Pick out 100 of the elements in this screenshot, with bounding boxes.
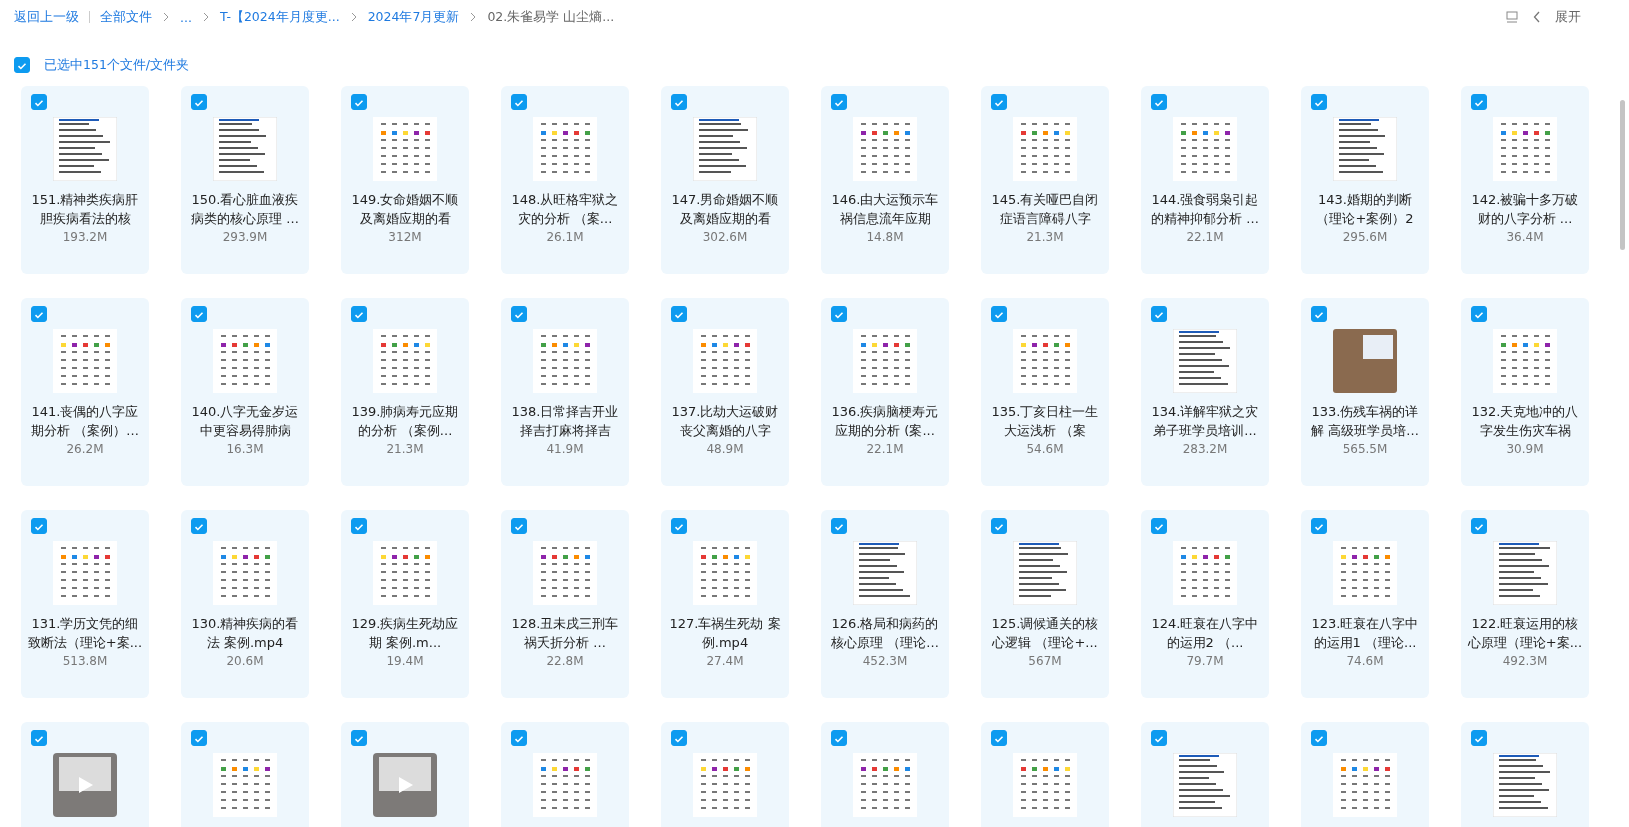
file-size: 21.3M xyxy=(1026,230,1064,244)
checkbox[interactable] xyxy=(14,57,30,73)
checkbox[interactable] xyxy=(1471,518,1487,534)
checkbox[interactable] xyxy=(991,518,1007,534)
checkbox[interactable] xyxy=(511,306,527,322)
file-card[interactable]: 125.调候通关的核心逻辑 （理论+... 567M xyxy=(981,510,1109,698)
chart-thumbnail xyxy=(1333,541,1397,605)
file-card[interactable]: 135.丁亥日柱一生大运浅析 （案 54.6M xyxy=(981,298,1109,486)
checkbox[interactable] xyxy=(831,518,847,534)
file-card[interactable]: 132.天克地冲的八字发生伤灾车祸 30.9M xyxy=(1461,298,1589,486)
breadcrumb-item[interactable]: ... xyxy=(180,9,192,25)
checkbox[interactable] xyxy=(191,518,207,534)
file-card[interactable]: 126.格局和病药的核心原理 （理论... 452.3M xyxy=(821,510,949,698)
checkbox[interactable] xyxy=(1151,306,1167,322)
checkbox[interactable] xyxy=(1471,306,1487,322)
checkbox[interactable] xyxy=(831,730,847,746)
file-card[interactable]: 138.日常择吉开业择吉打麻将择吉 41.9M xyxy=(501,298,629,486)
checkbox[interactable] xyxy=(1311,730,1327,746)
breadcrumb-item: 02.朱雀易学 山尘熵... xyxy=(487,8,615,26)
chevron-right-icon xyxy=(201,12,210,22)
checkbox[interactable] xyxy=(671,306,687,322)
file-card[interactable]: 141.丧偶的八字应期分析 （案例）... 26.2M xyxy=(21,298,149,486)
file-card[interactable]: 133.伤残车祸的详解 高级班学员培... 565.5M xyxy=(1301,298,1429,486)
checkbox[interactable] xyxy=(191,730,207,746)
file-card[interactable]: 136.疾病脑梗寿元应期的分析 (案... 22.1M xyxy=(821,298,949,486)
file-name: 137.比劫大运破财丧父离婚的八字 xyxy=(670,403,780,440)
checkbox[interactable] xyxy=(991,306,1007,322)
checkbox[interactable] xyxy=(991,730,1007,746)
checkbox[interactable] xyxy=(511,94,527,110)
checkbox[interactable] xyxy=(831,306,847,322)
file-card[interactable]: 150.看心脏血液疾病类的核心原理 ... 293.9M xyxy=(181,86,309,274)
file-size: 19.4M xyxy=(386,654,424,668)
file-card[interactable]: 151.精神类疾病肝胆疾病看法的核 193.2M xyxy=(21,86,149,274)
file-card[interactable]: 130.精神疾病的看法 案例.mp4 20.6M xyxy=(181,510,309,698)
breadcrumb-item[interactable]: T-【2024年月度更... xyxy=(219,8,340,26)
file-card[interactable]: 122.旺衰运用的核心原理（理论+案... 492.3M xyxy=(1461,510,1589,698)
checkbox[interactable] xyxy=(1151,518,1167,534)
file-card[interactable]: 128.丑未戌三刑车祸夭折分析 ... 22.8M xyxy=(501,510,629,698)
checkbox[interactable] xyxy=(1311,94,1327,110)
checkbox[interactable] xyxy=(1471,94,1487,110)
file-card[interactable]: 146.由大运预示车祸信息流年应期 14.8M xyxy=(821,86,949,274)
scrollbar-thumb[interactable] xyxy=(1620,100,1625,250)
checkbox[interactable] xyxy=(1311,518,1327,534)
checkbox[interactable] xyxy=(831,94,847,110)
file-card[interactable]: 144.强食弱枭引起的精神抑郁分析 ... 22.1M xyxy=(1141,86,1269,274)
chart-thumbnail xyxy=(53,329,117,393)
checkbox[interactable] xyxy=(351,518,367,534)
file-name: 144.强食弱枭引起的精神抑郁分析 ... xyxy=(1150,191,1260,228)
file-name: 125.调候通关的核心逻辑 （理论+... xyxy=(990,615,1100,652)
checkbox[interactable] xyxy=(1151,94,1167,110)
checkbox[interactable] xyxy=(1471,730,1487,746)
file-size: 16.3M xyxy=(226,442,264,456)
checkbox[interactable] xyxy=(671,518,687,534)
checkbox[interactable] xyxy=(351,94,367,110)
expand-button[interactable]: 展开 xyxy=(1555,8,1581,26)
checkbox[interactable] xyxy=(191,94,207,110)
checkbox[interactable] xyxy=(351,306,367,322)
file-card[interactable]: 129.疾病生死劫应期 案例.m... 19.4M xyxy=(341,510,469,698)
file-card[interactable]: 127.车祸生死劫 案例.mp4 27.4M xyxy=(661,510,789,698)
checkbox[interactable] xyxy=(511,518,527,534)
chart-thumbnail xyxy=(213,329,277,393)
file-card[interactable]: 139.肺病寿元应期的分析 （案例... 21.3M xyxy=(341,298,469,486)
back-link[interactable]: 返回上一级 xyxy=(14,8,79,26)
file-card[interactable]: 124.旺衰在八字中的运用2 （... 79.7M xyxy=(1141,510,1269,698)
chart-thumbnail xyxy=(53,541,117,605)
checkbox[interactable] xyxy=(31,730,47,746)
document-thumbnail xyxy=(1013,541,1077,605)
file-card[interactable]: 143.婚期的判断（理论+案例）2 295.6M xyxy=(1301,86,1429,274)
breadcrumb-item[interactable]: 2024年7月更新 xyxy=(367,8,460,26)
checkbox[interactable] xyxy=(191,306,207,322)
file-name: 140.八字无金岁运中更容易得肺病 xyxy=(190,403,300,440)
chevron-left-icon[interactable] xyxy=(1533,11,1541,23)
file-name: 132.天克地冲的八字发生伤灾车祸 xyxy=(1470,403,1580,440)
checkbox[interactable] xyxy=(31,94,47,110)
file-size: 30.9M xyxy=(1506,442,1544,456)
checkbox[interactable] xyxy=(991,94,1007,110)
file-card[interactable]: 134.详解牢狱之灾弟子班学员培训... 283.2M xyxy=(1141,298,1269,486)
checkbox[interactable] xyxy=(1151,730,1167,746)
file-name: 122.旺衰运用的核心原理（理论+案... xyxy=(1467,615,1583,652)
file-card[interactable]: 142.被骗十多万破财的八字分析 ... 36.4M xyxy=(1461,86,1589,274)
checkbox[interactable] xyxy=(351,730,367,746)
chart-thumbnail xyxy=(693,541,757,605)
file-card[interactable]: 131.学历文凭的细致断法（理论+案... 513.8M xyxy=(21,510,149,698)
file-card[interactable]: 145.有关哑巴自闭症语言障碍八字 21.3M xyxy=(981,86,1109,274)
file-card[interactable]: 137.比劫大运破财丧父离婚的八字 48.9M xyxy=(661,298,789,486)
file-card[interactable]: 140.八字无金岁运中更容易得肺病 16.3M xyxy=(181,298,309,486)
file-name: 133.伤残车祸的详解 高级班学员培... xyxy=(1310,403,1420,440)
checkbox[interactable] xyxy=(511,730,527,746)
file-card[interactable]: 148.从旺格牢狱之灾的分析 （案... 26.1M xyxy=(501,86,629,274)
file-card[interactable]: 147.男命婚姻不顺及离婚应期的看 302.6M xyxy=(661,86,789,274)
file-size: 492.3M xyxy=(1502,654,1548,668)
checkbox[interactable] xyxy=(671,94,687,110)
checkbox[interactable] xyxy=(31,518,47,534)
file-card[interactable]: 149.女命婚姻不顺及离婚应期的看 312M xyxy=(341,86,469,274)
checkbox[interactable] xyxy=(671,730,687,746)
checkbox[interactable] xyxy=(31,306,47,322)
checkbox[interactable] xyxy=(1311,306,1327,322)
breadcrumb-item[interactable]: 全部文件 xyxy=(100,8,152,26)
file-card[interactable]: 123.旺衰在八字中的运用1 （理论... 74.6M xyxy=(1301,510,1429,698)
layout-icon[interactable] xyxy=(1505,10,1519,24)
